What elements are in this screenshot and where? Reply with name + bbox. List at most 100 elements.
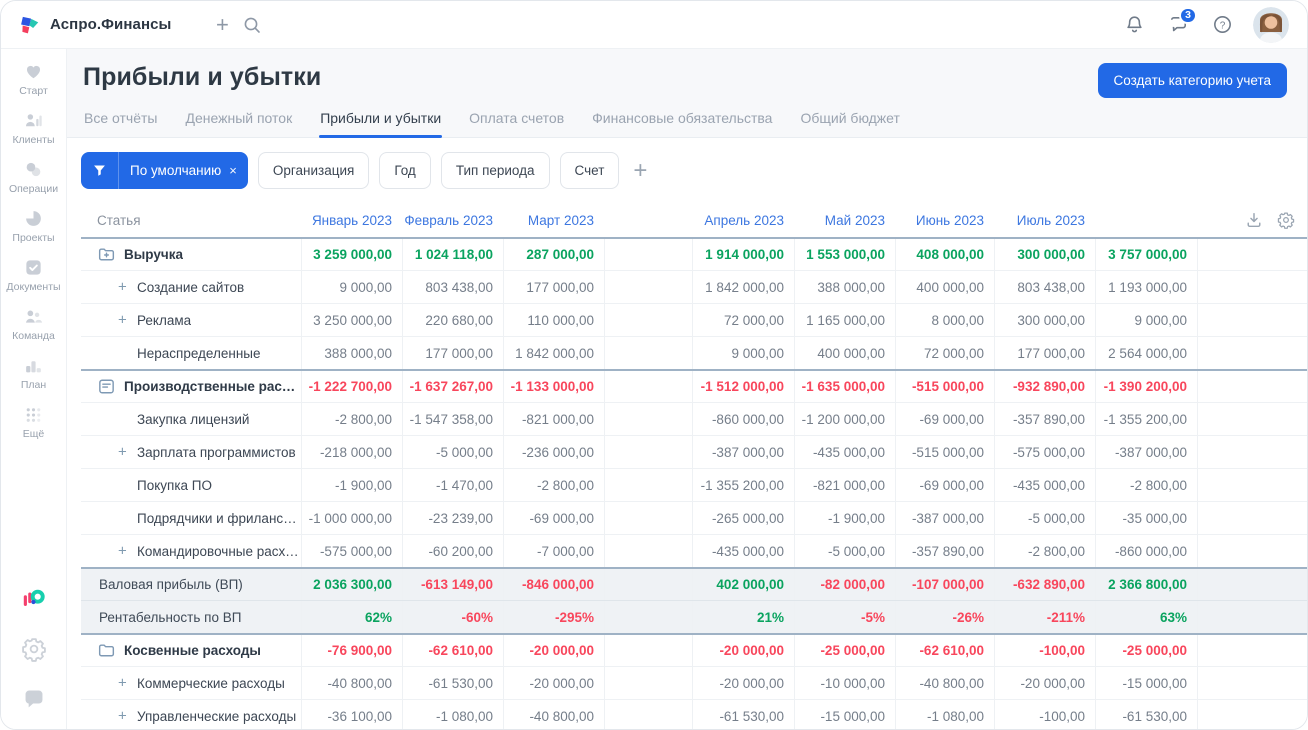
value-cell: 220 680,00 <box>402 304 503 336</box>
row-tail-cell <box>1197 469 1307 501</box>
value-cell: -25 000,00 <box>794 635 895 666</box>
row-label-cell[interactable]: Производственные расходы <box>81 371 301 402</box>
expand-plus-icon[interactable]: + <box>118 279 127 296</box>
default-filter-chip[interactable]: По умолчанию × <box>81 152 248 189</box>
filter-chip-1[interactable]: Организация <box>257 152 370 189</box>
value-cell: -20 000,00 <box>692 667 794 699</box>
value-cell: -435 000,00 <box>994 469 1095 501</box>
empty-cell <box>604 371 692 402</box>
column-header-month-7[interactable]: Июль 2023 <box>994 203 1095 237</box>
expand-plus-icon[interactable]: + <box>118 675 127 692</box>
value-cell: -1 080,00 <box>402 700 503 729</box>
sidebar-item-operations[interactable]: Операции <box>3 159 65 195</box>
app-logo[interactable]: Аспро.Финансы <box>19 14 171 36</box>
sidebar-item-documents[interactable]: Документы <box>3 257 65 293</box>
empty-cell <box>604 635 692 666</box>
column-header-month-1[interactable]: Январь 2023 <box>301 203 402 237</box>
expand-plus-icon[interactable]: + <box>118 312 127 329</box>
tab-3[interactable]: Прибыли и убытки <box>319 108 443 138</box>
row-label: Покупка ПО <box>137 477 212 493</box>
value-cell: -613 149,00 <box>402 569 503 600</box>
coins-icon <box>23 159 44 180</box>
value-cell: 803 438,00 <box>994 271 1095 303</box>
value-cell: 72 000,00 <box>895 337 994 369</box>
tab-5[interactable]: Финансовые обязательства <box>591 108 773 137</box>
settings-icon[interactable] <box>1277 211 1295 229</box>
sidebar-item-projects[interactable]: Проекты <box>3 208 65 244</box>
sidebar-item-start[interactable]: Старт <box>3 61 65 97</box>
search-button[interactable] <box>237 10 267 40</box>
value-cell: -1 133 000,00 <box>503 371 604 402</box>
value-cell: -1 390 200,00 <box>1095 371 1197 402</box>
value-cell: -5 000,00 <box>794 535 895 567</box>
brand-color-icon[interactable] <box>21 586 47 612</box>
table-row: Подрядчики и фрилансеры -1 000 000,00 -23 … <box>81 501 1307 534</box>
tab-4[interactable]: Оплата счетов <box>468 108 565 137</box>
add-filter-button[interactable]: + <box>633 158 647 183</box>
value-cell: 2 366 800,00 <box>1095 569 1197 600</box>
column-header-article: Статья <box>97 212 141 228</box>
filter-chip-3[interactable]: Тип периода <box>440 152 550 189</box>
row-tail-cell <box>1197 700 1307 729</box>
empty-cell <box>604 502 692 534</box>
filter-remove-icon[interactable]: × <box>229 163 237 178</box>
tab-2[interactable]: Денежный поток <box>184 108 293 137</box>
value-cell: 803 438,00 <box>402 271 503 303</box>
value-cell: -1 080,00 <box>895 700 994 729</box>
row-label-cell: + Зарплата программистов <box>81 436 301 468</box>
help-button[interactable]: ? <box>1209 12 1235 38</box>
value-cell: -515 000,00 <box>895 371 994 402</box>
sidebar-item-clients[interactable]: Клиенты <box>3 110 65 146</box>
column-header-month-6[interactable]: Июнь 2023 <box>895 203 994 237</box>
filter-chip-4[interactable]: Счет <box>559 152 620 189</box>
row-label-cell[interactable]: Выручка <box>81 239 301 270</box>
value-cell: 400 000,00 <box>794 337 895 369</box>
notifications-button[interactable] <box>1121 12 1147 38</box>
row-label-cell: Закупка лицензий <box>81 403 301 435</box>
note-icon[interactable] <box>97 377 116 396</box>
messages-button[interactable]: 3 <box>1165 6 1197 38</box>
row-tail-cell <box>1197 667 1307 699</box>
expand-plus-icon[interactable]: + <box>118 543 127 560</box>
table-row: + Реклама 3 250 000,00 220 680,00 110 000,00… <box>81 303 1307 336</box>
sidebar-item-more[interactable]: Ещё <box>3 404 65 440</box>
folder-plus-icon[interactable] <box>97 245 116 264</box>
column-header-month-3[interactable]: Март 2023 <box>503 203 604 237</box>
value-cell: 1 193 000,00 <box>1095 271 1197 303</box>
empty-cell <box>604 436 692 468</box>
row-label-cell: + Реклама <box>81 304 301 336</box>
folder-icon[interactable] <box>97 641 116 660</box>
value-cell: -76 900,00 <box>301 635 402 666</box>
create-category-button[interactable]: Создать категорию учета <box>1097 63 1287 98</box>
table-row: Валовая прибыль (ВП) 2 036 300,00 -613 149… <box>81 567 1307 600</box>
tab-1[interactable]: Все отчёты <box>83 108 158 137</box>
value-cell: -236 000,00 <box>503 436 604 468</box>
row-label-cell[interactable]: Косвенные расходы <box>81 635 301 666</box>
value-cell: -69 000,00 <box>503 502 604 534</box>
expand-plus-icon[interactable]: + <box>118 444 127 461</box>
speech-bubble-icon[interactable] <box>21 686 47 712</box>
table-header-row: Статья Январь 2023 Февраль 2023 Март 2023 Ап… <box>81 203 1307 237</box>
tab-6[interactable]: Общий бюджет <box>799 108 900 137</box>
value-cell: 1 842 000,00 <box>503 337 604 369</box>
value-cell: -40 800,00 <box>895 667 994 699</box>
value-cell: -265 000,00 <box>692 502 794 534</box>
value-cell: -821 000,00 <box>503 403 604 435</box>
user-avatar[interactable] <box>1253 6 1289 43</box>
sidebar-item-plan[interactable]: План <box>3 355 65 391</box>
expand-plus-icon[interactable]: + <box>118 708 127 725</box>
column-header-month-2[interactable]: Февраль 2023 <box>402 203 503 237</box>
column-header-month-4[interactable]: Апрель 2023 <box>692 203 794 237</box>
gear-icon[interactable] <box>21 636 47 662</box>
row-tail-cell <box>1197 271 1307 303</box>
column-header-month-5[interactable]: Май 2023 <box>794 203 895 237</box>
table-row: + Создание сайтов 9 000,00 803 438,00 177 00… <box>81 270 1307 303</box>
pie-icon <box>23 208 44 229</box>
quick-add-button[interactable]: + <box>207 10 237 40</box>
empty-cell <box>604 535 692 567</box>
messages-badge: 3 <box>1179 6 1197 24</box>
download-icon[interactable] <box>1245 211 1263 229</box>
sidebar-item-team[interactable]: Команда <box>3 306 65 342</box>
filter-chip-2[interactable]: Год <box>379 152 431 189</box>
value-cell: -1 200 000,00 <box>794 403 895 435</box>
